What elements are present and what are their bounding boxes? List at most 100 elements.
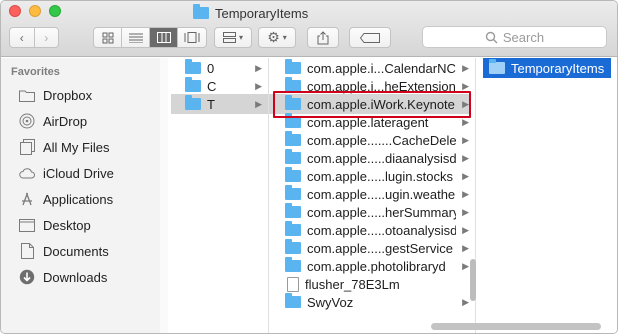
chevron-right-icon: ▶ — [462, 296, 469, 307]
folder-icon — [285, 167, 301, 182]
chevron-right-icon: ▶ — [255, 80, 262, 91]
action-button[interactable]: ⚙ ▾ — [258, 27, 296, 48]
sidebar: Favorites Dropbox AirDrop All My Files i… — [1, 58, 161, 333]
navigation-buttons: ‹ › — [9, 27, 59, 48]
folder-icon — [185, 77, 201, 92]
chevron-right-icon: ▶ — [462, 62, 469, 73]
list-item[interactable]: C ▶ — [171, 76, 268, 96]
gallery-view-icon[interactable] — [178, 28, 206, 47]
sidebar-item-dropbox[interactable]: Dropbox — [1, 82, 159, 108]
folder-icon — [285, 221, 301, 236]
chevron-right-icon: ▶ — [462, 116, 469, 127]
documents-icon — [19, 243, 35, 259]
sidebar-item-all-my-files[interactable]: All My Files — [1, 134, 159, 160]
chevron-down-icon: ▾ — [282, 33, 287, 42]
list-item[interactable]: SwyVoz ▶ — [269, 292, 469, 312]
browser-column-1: 0 ▶ C ▶ T ▶ — [171, 58, 269, 333]
list-item[interactable]: com.apple.....gestService ▶ — [269, 238, 469, 258]
chevron-right-icon: ▶ — [462, 152, 469, 163]
annotation-highlight-box — [273, 91, 471, 118]
sidebar-item-label: Documents — [43, 243, 109, 259]
list-item[interactable]: com.apple.....herSummary ▶ — [269, 202, 469, 222]
sidebar-item-label: Desktop — [43, 217, 91, 233]
tag-icon — [360, 32, 380, 43]
list-item[interactable]: com.apple.....diaanalysisd ▶ — [269, 148, 469, 168]
sidebar-item-label: Applications — [43, 191, 114, 207]
column-view-icon[interactable] — [150, 28, 178, 47]
folder-icon — [285, 185, 301, 200]
search-field[interactable]: Search — [422, 26, 607, 48]
chevron-right-icon: ▶ — [462, 80, 469, 91]
chevron-down-icon: ▾ — [238, 33, 243, 42]
cloud-icon — [19, 165, 35, 181]
airdrop-icon — [19, 113, 35, 129]
folder-icon — [285, 59, 301, 74]
list-item[interactable]: flusher_78E3Lm — [269, 274, 469, 294]
share-icon — [317, 30, 329, 44]
search-placeholder: Search — [502, 29, 545, 45]
sidebar-item-downloads[interactable]: Downloads — [1, 264, 159, 290]
close-window-button[interactable] — [9, 5, 21, 17]
sidebar-item-label: Dropbox — [43, 87, 93, 103]
arrange-icon — [222, 32, 236, 43]
edit-tags-button[interactable] — [349, 27, 391, 48]
list-item[interactable]: com.apple.......CacheDelete ▶ — [269, 130, 469, 150]
search-icon — [485, 31, 498, 43]
list-view-icon[interactable] — [122, 28, 150, 47]
list-item[interactable]: com.apple.....lugin.stocks ▶ — [269, 166, 469, 186]
chevron-right-icon: ▶ — [255, 98, 262, 109]
chevron-right-icon: ▶ — [462, 206, 469, 217]
chevron-right-icon: ▶ — [255, 62, 262, 73]
sidebar-scrollbar[interactable] — [160, 58, 168, 333]
chevron-right-icon[interactable]: › — [35, 28, 59, 47]
share-button[interactable] — [307, 27, 339, 48]
sidebar-item-documents[interactable]: Documents — [1, 238, 159, 264]
sidebar-item-applications[interactable]: Applications — [1, 186, 159, 212]
chevron-right-icon: ▶ — [462, 170, 469, 181]
folder-icon — [193, 4, 209, 19]
zoom-window-button[interactable] — [49, 5, 61, 17]
all-files-icon — [19, 139, 35, 155]
folder-icon — [285, 293, 301, 308]
horizontal-scrollbar[interactable] — [431, 323, 601, 330]
chevron-right-icon: ▶ — [462, 224, 469, 235]
chevron-right-icon: ▶ — [462, 260, 469, 271]
sidebar-item-desktop[interactable]: Desktop — [1, 212, 159, 238]
chevron-left-icon[interactable]: ‹ — [10, 28, 35, 47]
chevron-right-icon: ▶ — [462, 242, 469, 253]
folder-icon — [285, 149, 301, 164]
list-item[interactable]: com.apple.....ugin.weather ▶ — [269, 184, 469, 204]
view-mode-selector — [93, 27, 207, 48]
folder-icon — [19, 87, 35, 103]
list-item[interactable]: com.apple.i...CalendarNC ▶ — [269, 58, 469, 78]
list-item[interactable]: com.apple.....otoanalysisd ▶ — [269, 220, 469, 240]
window-title: TemporaryItems — [193, 3, 308, 23]
icon-view-icon[interactable] — [94, 28, 122, 47]
sidebar-item-airdrop[interactable]: AirDrop — [1, 108, 159, 134]
sidebar-heading: Favorites — [11, 66, 60, 78]
folder-icon — [285, 257, 301, 272]
folder-icon — [185, 59, 201, 74]
browser-column-3: TemporaryItems — [476, 58, 617, 333]
chevron-right-icon: ▶ — [462, 188, 469, 199]
minimize-window-button[interactable] — [29, 5, 41, 17]
list-item[interactable]: com.apple.photolibraryd ▶ — [269, 256, 469, 276]
list-item[interactable]: 0 ▶ — [171, 58, 268, 78]
toolbar: TemporaryItems ‹ › ▾ ⚙ ▾ Search — [1, 1, 617, 57]
folder-icon — [489, 59, 505, 74]
list-item-selected[interactable]: T ▶ — [171, 94, 268, 114]
document-icon — [287, 276, 299, 292]
list-item-selected[interactable]: TemporaryItems — [483, 58, 611, 78]
desktop-icon — [19, 217, 35, 233]
applications-icon — [19, 191, 35, 207]
chevron-right-icon: ▶ — [462, 134, 469, 145]
folder-icon — [285, 131, 301, 146]
folder-icon — [285, 239, 301, 254]
sidebar-item-label: All My Files — [43, 139, 110, 155]
sidebar-item-icloud-drive[interactable]: iCloud Drive — [1, 160, 159, 186]
sidebar-item-label: Downloads — [43, 269, 108, 285]
downloads-icon — [19, 269, 35, 285]
group-by-button[interactable]: ▾ — [214, 27, 252, 48]
folder-icon — [285, 203, 301, 218]
folder-icon — [185, 95, 201, 110]
